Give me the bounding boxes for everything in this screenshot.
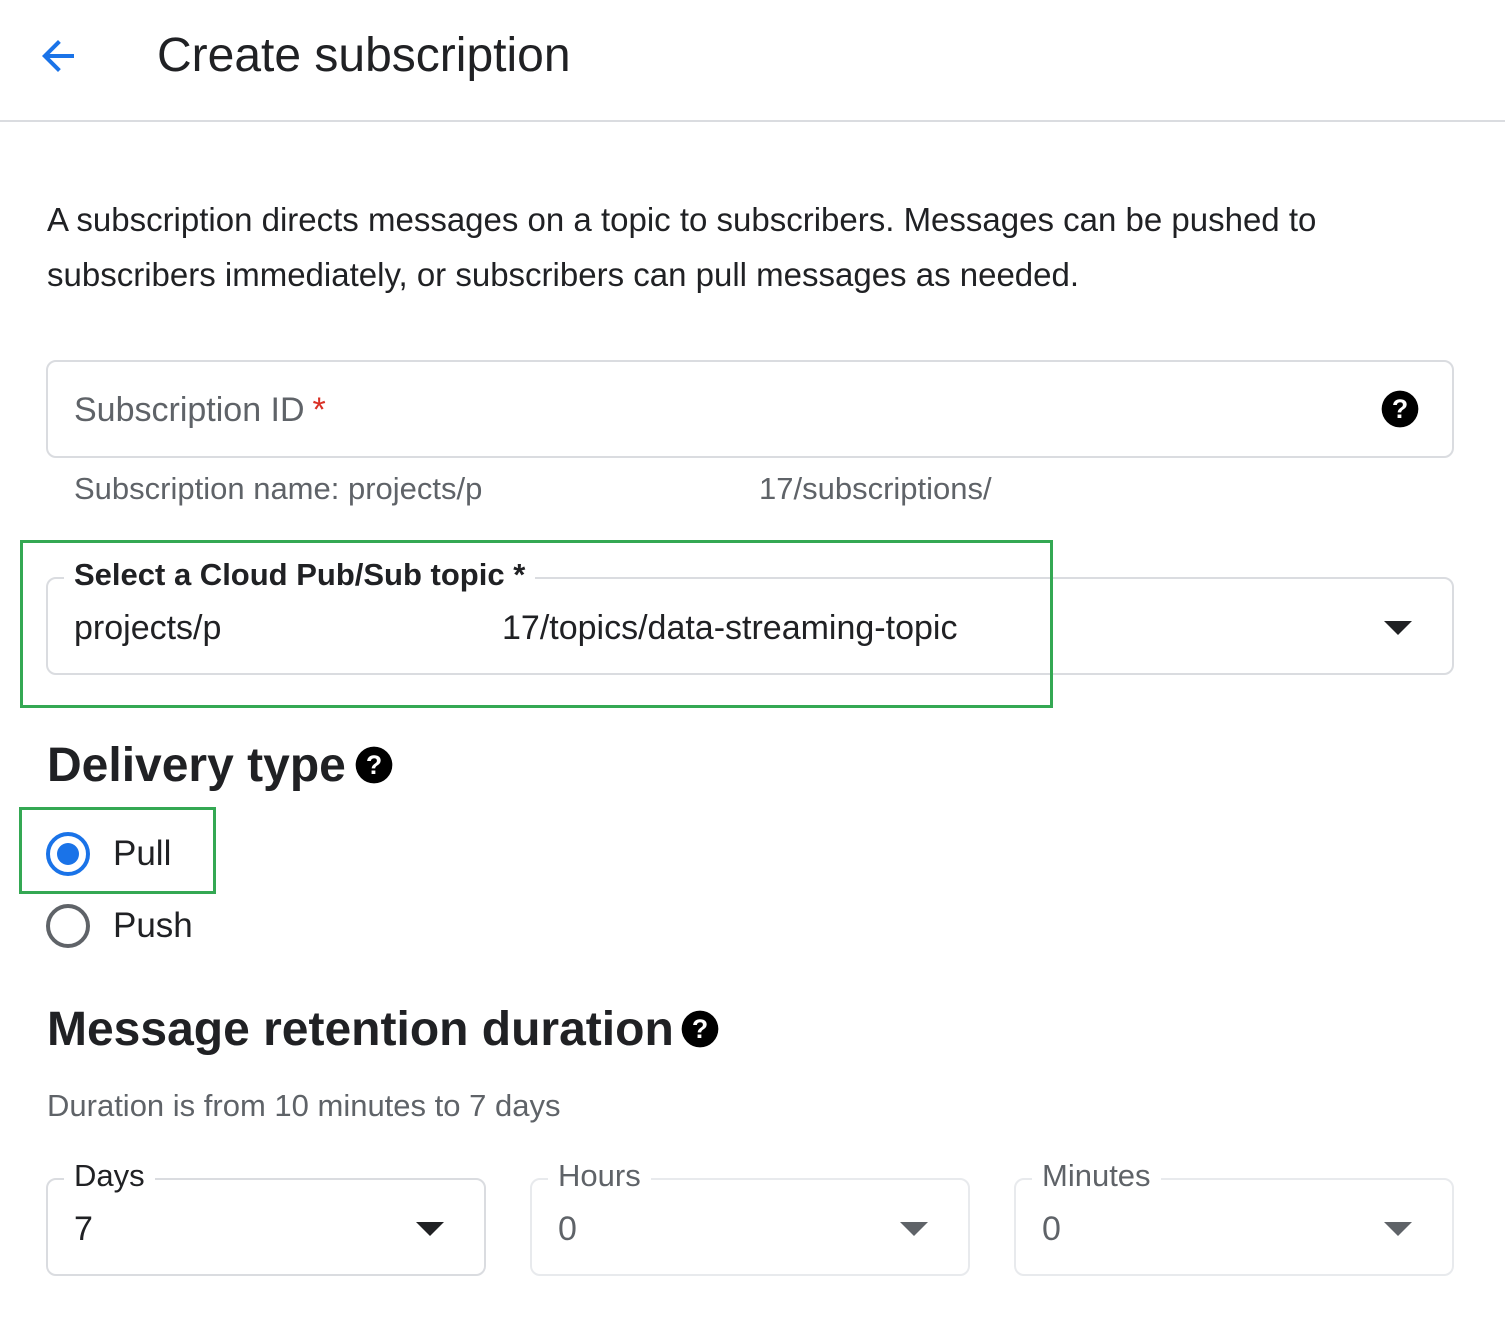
page-title: Create subscription [157, 29, 571, 82]
minutes-value: 0 [1042, 1210, 1061, 1248]
radio-button-push[interactable] [46, 904, 90, 948]
minutes-label: Minutes [1032, 1158, 1161, 1194]
duration-hint: Duration is from 10 minutes to 7 days [47, 1088, 561, 1123]
arrow-drop-down-icon[interactable] [900, 1222, 928, 1236]
radio-option-push[interactable]: Push [46, 903, 193, 949]
subscription-name-helper-prefix: Subscription name: projects/p [74, 471, 483, 506]
radio-label-pull: Pull [113, 834, 172, 873]
topic-select[interactable]: Select a Cloud Pub/Sub topic * projects/… [46, 557, 1454, 675]
arrow-back-icon [42, 40, 74, 72]
arrow-drop-down-icon[interactable] [416, 1222, 444, 1236]
arrow-drop-down-icon[interactable] [1384, 1222, 1412, 1236]
svg-text:?: ? [366, 750, 382, 780]
delivery-type-heading: Delivery type [47, 739, 346, 792]
hours-label: Hours [548, 1158, 651, 1194]
radio-button-pull[interactable] [46, 832, 90, 876]
required-mark: * [312, 391, 326, 429]
subscription-id-field[interactable]: Subscription ID * ? [46, 360, 1454, 458]
topic-value-suffix: 17/topics/data-streaming-topic [502, 609, 958, 647]
subscription-id-help-button[interactable]: ? [1380, 389, 1420, 429]
help-icon: ? [1381, 390, 1419, 428]
arrow-drop-down-icon[interactable] [1384, 621, 1412, 635]
days-select[interactable]: Days 7 [46, 1158, 486, 1276]
help-icon: ? [681, 1010, 719, 1048]
days-value: 7 [74, 1210, 93, 1248]
topic-value-prefix: projects/p [74, 609, 222, 647]
days-label: Days [64, 1158, 155, 1194]
hours-value: 0 [558, 1210, 577, 1248]
subscription-name-helper-suffix: 17/subscriptions/ [759, 471, 992, 506]
subscription-id-label: Subscription ID [74, 391, 305, 429]
retention-help-button[interactable]: ? [680, 1009, 720, 1049]
radio-label-push: Push [113, 906, 193, 945]
svg-text:?: ? [692, 1014, 708, 1044]
intro-description: A subscription directs messages on a top… [47, 201, 1317, 293]
radio-selected-dot [57, 843, 79, 865]
minutes-select[interactable]: Minutes 0 [1014, 1158, 1454, 1276]
back-button[interactable] [30, 28, 86, 84]
subscription-id-placeholder: Subscription ID * [74, 390, 326, 430]
delivery-type-help-button[interactable]: ? [354, 745, 394, 785]
topic-select-label: Select a Cloud Pub/Sub topic * [64, 557, 536, 593]
svg-text:?: ? [1392, 394, 1408, 424]
help-icon: ? [355, 746, 393, 784]
page-header: Create subscription [0, 0, 1505, 122]
retention-heading: Message retention duration [47, 1003, 674, 1056]
radio-option-pull[interactable]: Pull [46, 831, 171, 877]
hours-select[interactable]: Hours 0 [530, 1158, 970, 1276]
